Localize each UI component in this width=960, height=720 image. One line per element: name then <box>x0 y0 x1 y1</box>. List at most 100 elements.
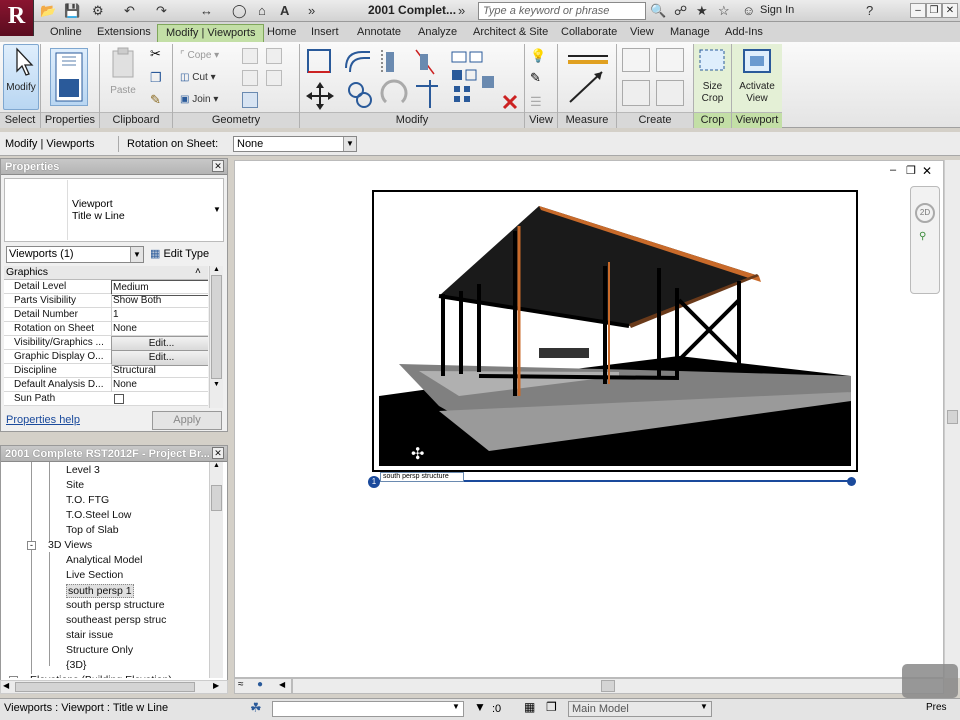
crop-region-icon[interactable]: ≈ <box>238 679 244 690</box>
browser-h-scroll-thumb[interactable] <box>15 682 195 692</box>
create-parts-icon[interactable] <box>622 48 650 72</box>
graphics-section-header[interactable]: Graphics <box>4 266 208 280</box>
property-row[interactable]: Detail Level Medium <box>4 280 208 296</box>
paste-button[interactable]: Paste <box>106 46 140 106</box>
instance-filter-arrow-icon[interactable]: ▼ <box>130 247 143 262</box>
browser-tree-item[interactable]: Top of Slab <box>66 524 119 536</box>
tab-extensions[interactable]: Extensions <box>89 24 159 42</box>
override-graphics-icon[interactable]: ✎ <box>530 70 541 86</box>
browser-tree-item[interactable]: Live Section <box>66 569 123 581</box>
communication-icon[interactable]: ★ <box>696 2 708 20</box>
design-option-arrow-icon[interactable]: ▼ <box>700 702 708 711</box>
minimize-icon[interactable]: – <box>910 3 926 18</box>
viewport-number-tag[interactable]: 1 <box>368 476 380 488</box>
title-overflow-icon[interactable]: » <box>458 2 465 20</box>
tab-view[interactable]: View <box>622 24 662 42</box>
tab-architect-site[interactable]: Architect & Site <box>465 24 556 42</box>
property-row[interactable]: Rotation on Sheet None <box>4 322 208 336</box>
properties-close-icon[interactable]: ✕ <box>212 160 224 172</box>
workset-arrow-icon[interactable]: ▼ <box>452 702 460 711</box>
tab-analyze[interactable]: Analyze <box>410 24 465 42</box>
canvas-v-scrollbar[interactable] <box>944 160 960 678</box>
cut-geometry-button[interactable]: ◫ Cut ▾ <box>180 72 216 83</box>
open-icon[interactable]: 📂 <box>40 2 56 20</box>
rotation-dropdown-arrow-icon[interactable]: ▼ <box>343 137 356 151</box>
demolish-icon[interactable] <box>266 48 282 64</box>
browser-scroll-thumb[interactable] <box>211 485 222 511</box>
tab-modify-viewports[interactable]: Modify | Viewports <box>157 24 265 42</box>
title-line-grip-icon[interactable] <box>847 477 856 486</box>
edit-type-button[interactable]: ▦ Edit Type <box>150 246 222 263</box>
property-value[interactable]: None <box>111 378 208 392</box>
copy-clipboard-icon[interactable]: ❐ <box>150 70 162 86</box>
tab-collaborate[interactable]: Collaborate <box>553 24 625 42</box>
collapse-section-icon[interactable]: ˄ <box>195 266 201 277</box>
sign-in-link[interactable]: Sign In <box>760 4 794 16</box>
browser-tree-item[interactable]: stair issue <box>66 629 113 641</box>
sync-icon[interactable]: ⚙ <box>92 2 104 20</box>
browser-h-scrollbar[interactable]: ◀ ▶ <box>0 680 228 694</box>
activate-view-button[interactable]: Activate View <box>732 44 782 112</box>
property-row[interactable]: Parts Visibility Show Both <box>4 294 208 308</box>
steering-wheel-icon[interactable]: 2D <box>915 203 935 223</box>
measure-quick-icon[interactable]: ↔ <box>200 2 213 20</box>
browser-tree-item[interactable]: {3D} <box>66 659 86 671</box>
property-value[interactable]: Show Both <box>111 294 208 308</box>
browser-tree-item[interactable]: southeast persp struc <box>66 614 166 626</box>
cope-button[interactable]: ⌜ Cope ▾ <box>180 50 219 61</box>
viewport-title-text[interactable]: south persp structure <box>380 472 464 482</box>
undo-icon[interactable]: ↶ <box>124 2 135 20</box>
app-menu-button[interactable]: R <box>0 0 34 36</box>
worksets-icon[interactable]: ☘ <box>250 700 262 716</box>
property-value[interactable]: None <box>111 322 208 336</box>
property-row[interactable]: Default Analysis D... None <box>4 378 208 392</box>
scroll-up-icon[interactable]: ▲ <box>210 462 223 469</box>
customize-qat-icon[interactable]: » <box>308 2 315 20</box>
browser-tree-item[interactable]: Structure Only <box>66 644 133 656</box>
close-icon[interactable]: ✕ <box>942 3 958 18</box>
create-assembly-icon[interactable] <box>622 80 650 106</box>
properties-help-link[interactable]: Properties help <box>6 414 80 426</box>
browser-tree-item[interactable]: south persp structure <box>66 599 165 611</box>
view-close-icon[interactable]: ✕ <box>922 164 932 178</box>
3d-view-icon[interactable]: ⌂ <box>258 2 266 20</box>
browser-tree-item[interactable]: Site <box>66 479 84 491</box>
browser-close-icon[interactable]: ✕ <box>212 447 224 459</box>
paint-icon[interactable] <box>242 92 258 108</box>
browser-tree-item[interactable]: 3D Views <box>48 539 92 551</box>
instance-filter-select[interactable]: Viewports (1) <box>6 246 144 263</box>
hide-bulb-icon[interactable]: 💡 <box>530 48 546 64</box>
split-face-icon[interactable] <box>242 70 258 86</box>
tab-annotate[interactable]: Annotate <box>349 24 409 42</box>
tab-online[interactable]: Online <box>42 24 90 42</box>
scroll-left-icon[interactable]: ◀ <box>279 680 285 689</box>
linework-icon[interactable]: ☰ <box>530 94 542 110</box>
canvas-h-scroll-thumb[interactable] <box>601 680 615 692</box>
property-row[interactable]: Sun Path <box>4 392 208 406</box>
tag-icon[interactable]: ◯ <box>232 2 247 20</box>
subscription-icon[interactable]: ☍ <box>674 2 687 20</box>
browser-tree-item[interactable]: Analytical Model <box>66 554 142 566</box>
tab-manage[interactable]: Manage <box>662 24 718 42</box>
restore-icon[interactable]: ❐ <box>926 3 942 18</box>
editable-only-icon[interactable]: ❐ <box>546 700 557 714</box>
scroll-right-icon[interactable]: ▶ <box>213 681 219 690</box>
redo-icon[interactable]: ↷ <box>156 2 167 20</box>
browser-tree-item[interactable]: Level 3 <box>66 464 100 476</box>
canvas-v-scroll-thumb[interactable] <box>947 410 958 424</box>
scroll-up-icon[interactable]: ▲ <box>210 266 223 273</box>
properties-button[interactable] <box>50 48 88 106</box>
scroll-down-icon[interactable]: ▼ <box>210 381 223 388</box>
workset-field[interactable] <box>272 701 464 717</box>
view-restore-icon[interactable]: ❐ <box>906 164 916 177</box>
design-options-icon[interactable]: ▦ <box>524 700 535 714</box>
hide-isolate-icon[interactable]: ● <box>257 679 263 690</box>
save-icon[interactable]: 💾 <box>64 2 80 20</box>
tab-add-ins[interactable]: Add-Ins <box>717 24 771 42</box>
scroll-left-icon[interactable]: ◀ <box>3 681 9 690</box>
match-properties-icon[interactable]: ✎ <box>150 92 161 108</box>
property-value[interactable]: Structural <box>111 364 208 378</box>
properties-scrollbar[interactable]: ▲ ▼ <box>209 266 223 408</box>
property-value[interactable]: 1 <box>111 308 208 322</box>
filter-icon[interactable]: ▼ <box>474 700 486 714</box>
